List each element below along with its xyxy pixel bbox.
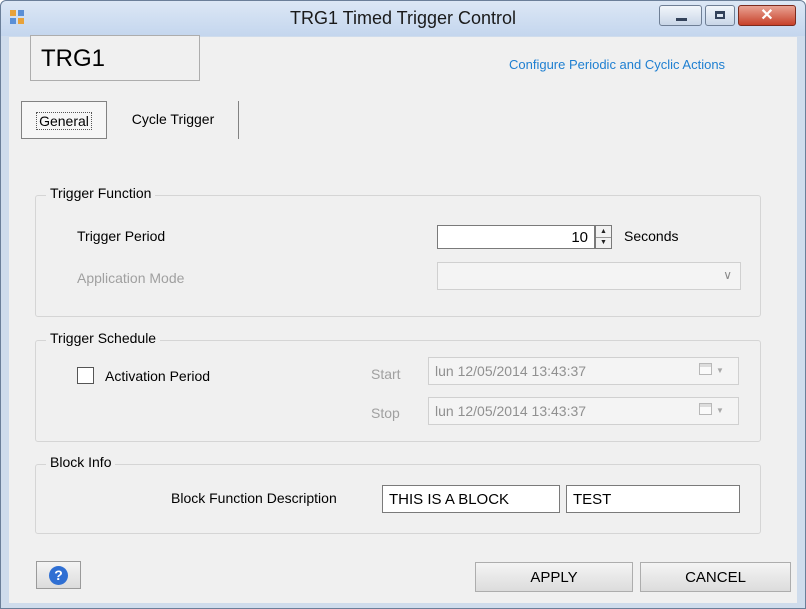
spin-down-icon[interactable]: ▼ (596, 237, 611, 248)
stop-label: Stop (371, 405, 400, 421)
block-info-title: Block Info (46, 454, 116, 470)
application-mode-label: Application Mode (77, 270, 185, 286)
title-bar[interactable]: TRG1 Timed Trigger Control ✕ (1, 1, 805, 36)
trigger-period-input[interactable]: 10 (437, 225, 595, 249)
close-icon: ✕ (760, 7, 774, 24)
trigger-period-unit: Seconds (624, 228, 679, 244)
minimize-icon (676, 18, 687, 21)
trigger-function-group: Trigger Function (35, 185, 761, 317)
close-button[interactable]: ✕ (738, 5, 796, 26)
minimize-button[interactable] (659, 5, 702, 26)
trigger-schedule-group: Trigger Schedule (35, 330, 761, 442)
block-name: TRG1 (41, 45, 106, 72)
apply-button[interactable]: APPLY (475, 562, 633, 592)
trigger-period-label: Trigger Period (77, 228, 166, 244)
application-mode-select[interactable]: ∨ (437, 262, 741, 290)
trigger-schedule-title: Trigger Schedule (46, 330, 161, 346)
tab-cycle-trigger[interactable]: Cycle Trigger (108, 101, 239, 139)
tab-general-label: General (36, 112, 92, 130)
configure-actions-link[interactable]: Configure Periodic and Cyclic Actions (509, 57, 725, 72)
calendar-icon (699, 403, 712, 415)
start-label: Start (371, 366, 401, 382)
calendar-icon (699, 363, 712, 375)
trigger-function-title: Trigger Function (46, 185, 156, 201)
tab-cycle-trigger-label: Cycle Trigger (131, 111, 215, 127)
dialog-window: TRG1 Timed Trigger Control ✕ TRG1 Config… (0, 0, 806, 609)
start-date-picker[interactable]: lun 12/05/2014 13:43:37 ▼ (428, 357, 739, 385)
maximize-button[interactable] (705, 5, 735, 26)
help-icon: ? (49, 566, 68, 585)
dropdown-arrow-icon: ▼ (716, 366, 724, 375)
trigger-period-spinner[interactable]: ▲ ▼ (595, 225, 612, 249)
block-description-label: Block Function Description (171, 490, 337, 506)
start-date-value: lun 12/05/2014 13:43:37 (435, 363, 587, 379)
stop-date-value: lun 12/05/2014 13:43:37 (435, 403, 587, 419)
dropdown-arrow-icon: ▼ (716, 406, 724, 415)
chevron-down-icon: ∨ (723, 268, 732, 282)
cancel-button[interactable]: CANCEL (640, 562, 791, 592)
maximize-icon (715, 11, 725, 19)
block-name-display: TRG1 (30, 35, 200, 81)
block-description-input[interactable]: THIS IS A BLOCK (382, 485, 560, 513)
tab-general[interactable]: General (21, 101, 107, 139)
block-extra-input[interactable]: TEST (566, 485, 740, 513)
activation-period-checkbox[interactable] (77, 367, 94, 384)
activation-period-label[interactable]: Activation Period (105, 368, 210, 384)
stop-date-picker[interactable]: lun 12/05/2014 13:43:37 ▼ (428, 397, 739, 425)
help-button[interactable]: ? (36, 561, 81, 589)
